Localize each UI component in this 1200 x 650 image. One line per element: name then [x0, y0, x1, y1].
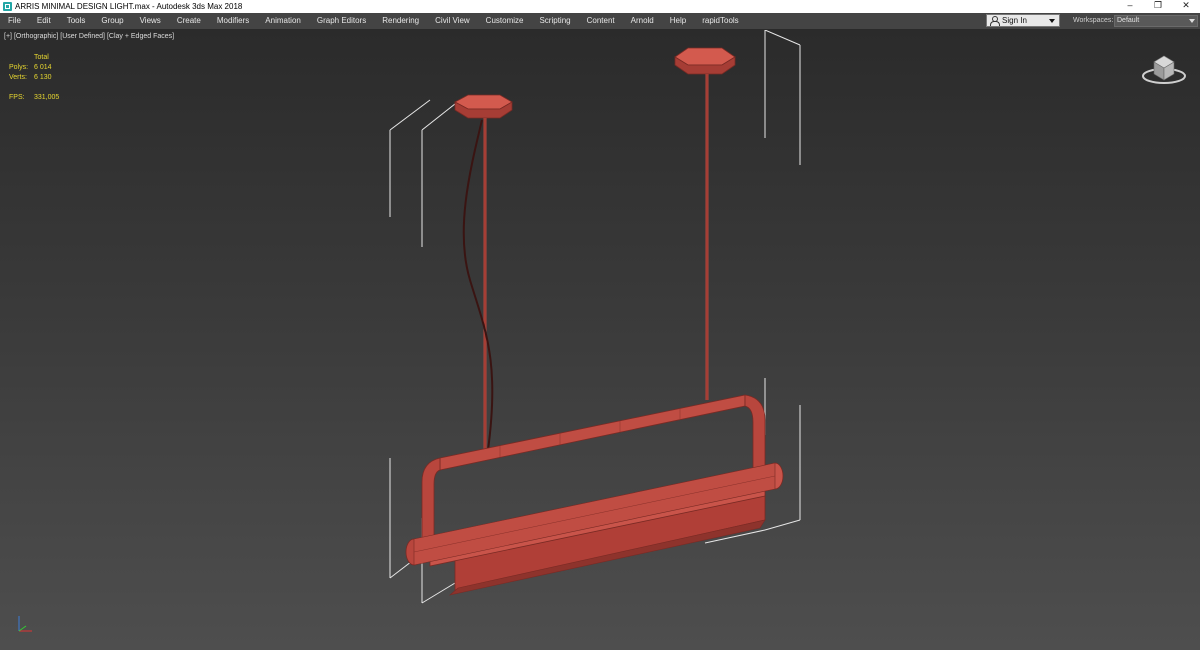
viewport-view-label[interactable]: [Orthographic] [14, 33, 58, 40]
close-button[interactable]: ✕ [1172, 0, 1200, 13]
sign-in-label: Sign In [1002, 16, 1027, 25]
stats-verts-row: Verts: 6 130 [9, 73, 59, 83]
viewport-label: [+] [Orthographic] [User Defined] [Clay … [4, 33, 174, 40]
viewport-shading-label[interactable]: [Clay + Edged Faces] [107, 33, 174, 40]
stats-verts-label: Verts: [9, 74, 27, 81]
menu-item-arnold[interactable]: Arnold [623, 13, 662, 29]
menu-item-file[interactable]: File [0, 13, 29, 29]
stats-fps-row: FPS: 331,005 [9, 93, 59, 103]
menu-items: File Edit Tools Group Views Create Modifiers An… [0, 13, 747, 29]
menu-item-create[interactable]: Create [169, 13, 209, 29]
right-canopy [674, 47, 736, 75]
maximize-button[interactable]: ❐ [1144, 0, 1172, 13]
stats-polys-label: Polys: [9, 64, 29, 71]
menu-item-edit[interactable]: Edit [29, 13, 59, 29]
menu-item-scripting[interactable]: Scripting [531, 13, 578, 29]
axis-tripod-icon [18, 616, 32, 632]
stats-fps-label: FPS: [9, 94, 25, 101]
lamp-shade [405, 462, 784, 596]
power-cable [462, 119, 494, 451]
menu-item-views[interactable]: Views [132, 13, 169, 29]
window-title: ARRIS MINIMAL DESIGN LIGHT.max - Autodes… [15, 2, 243, 11]
menu-item-help[interactable]: Help [662, 13, 694, 29]
chevron-down-icon [1189, 19, 1195, 23]
stats-polys-value: 6 014 [34, 64, 52, 71]
stats-fps-value: 331,005 [34, 94, 60, 101]
window-controls: – ❐ ✕ [1116, 0, 1200, 13]
menu-item-animation[interactable]: Animation [257, 13, 309, 29]
menu-item-customize[interactable]: Customize [478, 13, 532, 29]
title-bar: ARRIS MINIMAL DESIGN LIGHT.max - Autodes… [0, 0, 1200, 13]
stats-polys-row: Polys: 6 014 [9, 63, 59, 73]
workspaces-value: Default [1117, 17, 1140, 24]
viewport[interactable]: [+] [Orthographic] [User Defined] [Clay … [0, 30, 1200, 650]
menu-item-rendering[interactable]: Rendering [374, 13, 427, 29]
menu-item-modifiers[interactable]: Modifiers [209, 13, 257, 29]
viewport-statistics: Total Polys: 6 014 Verts: 6 130 FPS: 331… [9, 53, 59, 103]
app-window: ARRIS MINIMAL DESIGN LIGHT.max - Autodes… [0, 0, 1200, 650]
user-icon [990, 16, 1000, 26]
viewcube-icon[interactable] [1140, 48, 1188, 88]
scene-model[interactable] [0, 30, 1200, 650]
menu-item-group[interactable]: Group [93, 13, 131, 29]
3ds-max-icon [3, 2, 12, 11]
menu-item-tools[interactable]: Tools [59, 13, 94, 29]
minimize-button[interactable]: – [1116, 0, 1144, 13]
stats-total-label: Total [34, 54, 49, 61]
workspaces-select[interactable]: Default [1114, 15, 1198, 27]
viewport-camera-label[interactable]: [User Defined] [60, 33, 105, 40]
menu-item-rapidtools[interactable]: rapidTools [694, 13, 746, 29]
stats-verts-value: 6 130 [34, 74, 52, 81]
menu-bar: File Edit Tools Group Views Create Modifiers An… [0, 13, 1200, 30]
viewport-menu-button[interactable]: [+] [4, 33, 12, 40]
sign-in-dropdown[interactable]: Sign In [986, 14, 1060, 27]
menu-item-content[interactable]: Content [579, 13, 623, 29]
left-canopy [454, 94, 513, 119]
workspaces-label: Workspaces: [1073, 17, 1114, 24]
menu-item-graph-editors[interactable]: Graph Editors [309, 13, 374, 29]
menu-item-civil-view[interactable]: Civil View [427, 13, 478, 29]
chevron-down-icon [1049, 18, 1055, 23]
